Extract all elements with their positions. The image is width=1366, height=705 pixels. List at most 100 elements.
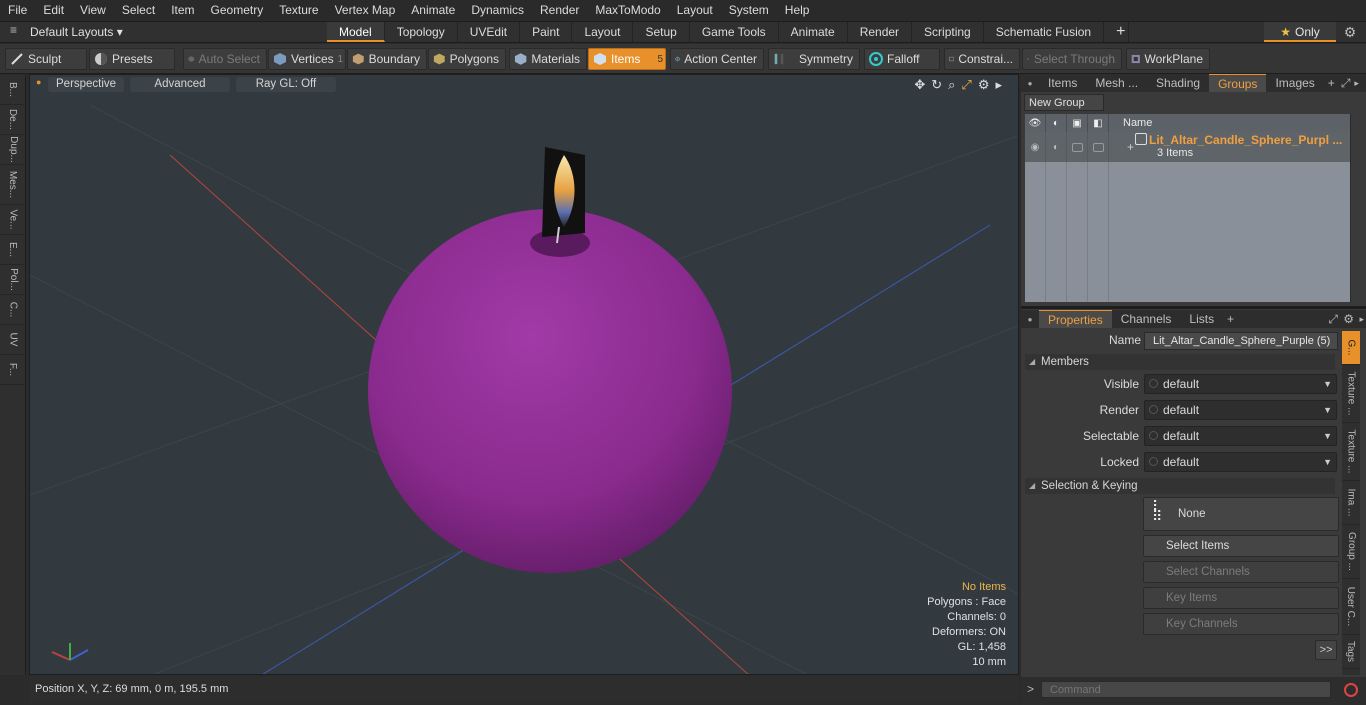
sculpt-button[interactable]: Sculpt bbox=[5, 48, 87, 70]
none-button[interactable]: ⠇ ⠿ None bbox=[1143, 497, 1339, 531]
move-view-icon[interactable]: ✥ bbox=[914, 77, 925, 93]
default-layouts-dropdown[interactable]: Default Layouts ▾ bbox=[30, 22, 123, 42]
locked-dropdown[interactable]: default ▼ bbox=[1144, 452, 1337, 472]
raygl-dropdown[interactable]: Ray GL: Off bbox=[236, 77, 336, 92]
render-icon[interactable]: ◐ bbox=[1046, 114, 1067, 132]
gear-icon[interactable]: ⚙ bbox=[1342, 24, 1358, 40]
tab-paint[interactable]: Paint bbox=[520, 22, 573, 42]
eye-icon[interactable]: 👁 bbox=[1025, 114, 1046, 132]
side-tab-group[interactable]: G... bbox=[1342, 331, 1360, 365]
menu-layout[interactable]: Layout bbox=[669, 0, 721, 21]
tab-scripting[interactable]: Scripting bbox=[912, 22, 984, 42]
select-cube-icon[interactable]: ▣ bbox=[1067, 114, 1088, 132]
menu-view[interactable]: View bbox=[72, 0, 114, 21]
advanced-dropdown[interactable]: Advanced bbox=[130, 77, 230, 92]
left-tab-uv[interactable]: UV bbox=[0, 325, 26, 355]
command-input[interactable] bbox=[1041, 681, 1331, 698]
perspective-dropdown[interactable]: Perspective bbox=[48, 77, 124, 92]
tab-lists[interactable]: Lists bbox=[1180, 310, 1223, 328]
materials-button[interactable]: Materials bbox=[509, 48, 587, 70]
vertices-button[interactable]: Vertices 1 bbox=[268, 48, 346, 70]
menu-help[interactable]: Help bbox=[777, 0, 818, 21]
tab-animate[interactable]: Animate bbox=[779, 22, 848, 42]
selection-keying-section[interactable]: ◢ Selection & Keying bbox=[1025, 478, 1335, 494]
viewport-gear-icon[interactable]: ⚙ bbox=[978, 77, 990, 93]
add-properties-tab-icon[interactable]: + bbox=[1223, 312, 1238, 326]
left-tab-mesh[interactable]: Mes... bbox=[0, 165, 26, 205]
rotate-view-icon[interactable]: ↻ bbox=[931, 77, 942, 93]
select-through-button[interactable]: Select Through bbox=[1022, 48, 1122, 70]
visible-dropdown[interactable]: default ▼ bbox=[1144, 374, 1337, 394]
tab-schematic-fusion[interactable]: Schematic Fusion bbox=[984, 22, 1105, 42]
name-field[interactable]: Lit_Altar_Candle_Sphere_Purple (5) bbox=[1144, 332, 1338, 350]
row-eye-icon[interactable]: ◉ bbox=[1025, 132, 1046, 162]
left-tab-duplicate[interactable]: Dup... bbox=[0, 135, 26, 165]
tab-properties[interactable]: Properties bbox=[1039, 310, 1112, 328]
menu-maxtomodo[interactable]: MaxToModo bbox=[587, 0, 668, 21]
tab-images[interactable]: Images bbox=[1266, 74, 1323, 92]
side-tab-texture-1[interactable]: Texture ... bbox=[1342, 365, 1360, 423]
members-section[interactable]: ◢ Members bbox=[1025, 354, 1335, 370]
record-macro-icon[interactable] bbox=[1344, 683, 1358, 697]
name-column-header[interactable]: Name bbox=[1109, 114, 1152, 132]
only-toggle[interactable]: ★ Only bbox=[1264, 22, 1336, 42]
left-tab-deform[interactable]: De... bbox=[0, 105, 26, 135]
menu-item[interactable]: Item bbox=[163, 0, 202, 21]
left-tab-edge[interactable]: E... bbox=[0, 235, 26, 265]
side-tab-texture-2[interactable]: Texture ... bbox=[1342, 423, 1360, 481]
menu-geometry[interactable]: Geometry bbox=[203, 0, 272, 21]
side-tab-user-channels[interactable]: User C... bbox=[1342, 579, 1360, 635]
tab-topology[interactable]: Topology bbox=[385, 22, 458, 42]
row-render-icon[interactable]: ◐ bbox=[1046, 132, 1067, 162]
left-tab-curve[interactable]: C... bbox=[0, 295, 26, 325]
panel-more-icon[interactable]: ▸ bbox=[1352, 78, 1361, 89]
items-button[interactable]: Items 5 bbox=[588, 48, 666, 70]
tab-model[interactable]: Model bbox=[327, 22, 385, 42]
menu-texture[interactable]: Texture bbox=[271, 0, 326, 21]
left-tab-vertex[interactable]: Ve... bbox=[0, 205, 26, 235]
properties-gear-icon[interactable]: ⚙ bbox=[1343, 312, 1354, 326]
key-items-button[interactable]: Key Items bbox=[1143, 587, 1339, 609]
tab-uvedit[interactable]: UVEdit bbox=[458, 22, 521, 42]
falloff-button[interactable]: Falloff bbox=[864, 48, 940, 70]
side-tab-image[interactable]: Ima ... bbox=[1342, 481, 1360, 525]
panel-divider[interactable] bbox=[1021, 306, 1366, 309]
menu-dynamics[interactable]: Dynamics bbox=[463, 0, 532, 21]
tab-items[interactable]: Items bbox=[1039, 74, 1086, 92]
row-lock-checkbox[interactable] bbox=[1088, 132, 1109, 162]
expand-properties-icon[interactable]: ⤢ bbox=[1328, 312, 1338, 327]
add-panel-tab-icon[interactable]: + bbox=[1324, 76, 1339, 90]
presets-button[interactable]: Presets bbox=[89, 48, 175, 70]
groups-scrollbar[interactable] bbox=[1350, 114, 1360, 302]
side-tab-tags[interactable]: Tags bbox=[1342, 635, 1360, 669]
viewport-more-icon[interactable]: ▸ bbox=[995, 77, 1002, 93]
tab-shading[interactable]: Shading bbox=[1147, 74, 1209, 92]
select-items-button[interactable]: Select Items bbox=[1143, 535, 1339, 557]
more-button[interactable]: >> bbox=[1315, 640, 1337, 660]
expand-plus-icon[interactable]: + bbox=[1127, 140, 1134, 154]
menu-file[interactable]: File bbox=[0, 0, 35, 21]
properties-more-icon[interactable]: ▸ bbox=[1359, 314, 1364, 325]
menu-animate[interactable]: Animate bbox=[403, 0, 463, 21]
maximize-view-icon[interactable]: ⤢ bbox=[961, 77, 971, 93]
left-tab-basic[interactable]: B... bbox=[0, 75, 26, 105]
auto-select-button[interactable]: Auto Select bbox=[183, 48, 267, 70]
new-group-button[interactable]: New Group bbox=[1024, 94, 1104, 111]
row-select-checkbox[interactable] bbox=[1067, 132, 1088, 162]
menu-edit[interactable]: Edit bbox=[35, 0, 72, 21]
3d-viewport[interactable]: ● Perspective Advanced Ray GL: Off ✥ ↻ ⌕… bbox=[29, 74, 1019, 675]
polygons-button[interactable]: Polygons bbox=[428, 48, 506, 70]
action-center-button[interactable]: Action Center bbox=[670, 48, 764, 70]
workplane-button[interactable]: WorkPlane bbox=[1126, 48, 1210, 70]
menu-select[interactable]: Select bbox=[114, 0, 163, 21]
tab-game-tools[interactable]: Game Tools bbox=[690, 22, 779, 42]
boundary-button[interactable]: Boundary bbox=[347, 48, 427, 70]
left-tab-fusion[interactable]: F... bbox=[0, 355, 26, 385]
zoom-view-icon[interactable]: ⌕ bbox=[948, 77, 955, 93]
left-tab-polygon[interactable]: Pol... bbox=[0, 265, 26, 295]
tab-mesh[interactable]: Mesh ... bbox=[1086, 74, 1147, 92]
menu-system[interactable]: System bbox=[721, 0, 777, 21]
tab-layout[interactable]: Layout bbox=[572, 22, 634, 42]
menu-render[interactable]: Render bbox=[532, 0, 587, 21]
menu-vertex-map[interactable]: Vertex Map bbox=[327, 0, 404, 21]
